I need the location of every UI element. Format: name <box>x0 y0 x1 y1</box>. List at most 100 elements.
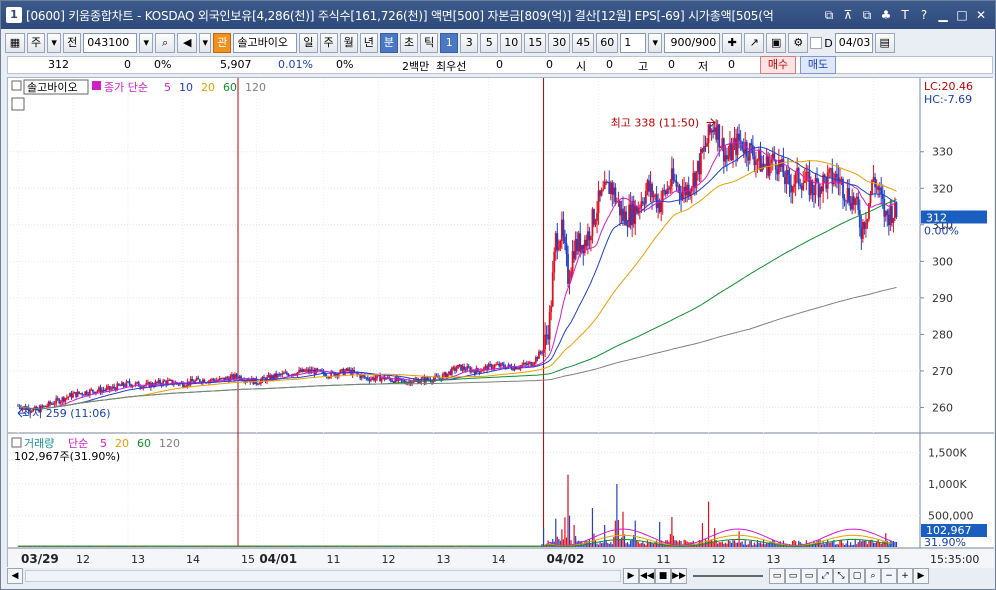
period-button-5[interactable]: 초 <box>400 33 419 53</box>
save-icon[interactable]: ▣ <box>766 33 787 53</box>
play-button[interactable]: ▶ <box>623 568 639 584</box>
candle-body <box>768 163 771 176</box>
low-value: 0 <box>728 58 735 71</box>
candle-body <box>380 378 383 382</box>
stop-button[interactable]: ■ <box>655 568 671 584</box>
lc-label: LC:20.46 <box>924 80 973 93</box>
interval-button-45[interactable]: 45 <box>572 33 595 53</box>
settings-icon[interactable]: ⚙ <box>788 33 809 53</box>
search-icon[interactable]: ⌕ <box>155 33 176 53</box>
interval-button-3[interactable]: 3 <box>460 33 479 53</box>
time-label-8: 13 <box>437 553 451 566</box>
range-input[interactable]: 900/900 <box>664 33 721 53</box>
period-button-4[interactable]: 분 <box>379 33 398 53</box>
candle-body <box>805 171 808 181</box>
period-button-2[interactable]: 월 <box>339 33 358 53</box>
title-button-0[interactable]: ⧉ <box>821 6 837 24</box>
prev-button[interactable]: 전 <box>63 33 82 53</box>
layout2-icon[interactable]: ▭ <box>785 568 801 584</box>
count-input[interactable]: 1 <box>620 33 647 53</box>
window-icon[interactable]: ▢ <box>849 568 865 584</box>
time-label-1: 12 <box>76 553 90 566</box>
candle-body <box>788 175 791 185</box>
interval-button-10[interactable]: 10 <box>500 33 523 53</box>
chart-area[interactable]: 260 270 280 290 300 310 320 330 500,000 1,000K 1,5… <box>7 77 994 568</box>
draw-tool-icon[interactable]: ↗ <box>744 33 765 53</box>
code-dropdown-icon[interactable]: ▾ <box>139 33 154 53</box>
title-button-6[interactable]: ▁ <box>935 6 951 24</box>
candle-body <box>828 169 831 173</box>
scroll-right-button[interactable]: ▶ <box>913 568 929 584</box>
rewind-button[interactable]: ◀◀ <box>639 568 655 584</box>
candle-body <box>480 371 482 373</box>
chart-flag-button[interactable]: 관 <box>213 33 232 53</box>
volume-ma-title: 단순 <box>68 437 88 450</box>
candle-body <box>91 389 94 392</box>
period-button-6[interactable]: 틱 <box>420 33 439 53</box>
volume-menu-icon <box>11 437 22 448</box>
candle-body <box>463 366 466 370</box>
title-button-1[interactable]: ⊼ <box>840 6 856 24</box>
period-button-1[interactable]: 주 <box>319 33 338 53</box>
candle-body <box>450 367 453 375</box>
candle-body <box>557 247 560 250</box>
date-input[interactable]: 04/03 <box>834 33 873 53</box>
ma-legend-10: 10 <box>179 81 193 94</box>
mode-button[interactable]: 주 <box>27 33 46 53</box>
zoom-icon[interactable]: ⌕ <box>865 568 881 584</box>
candle-body <box>134 382 137 386</box>
bid1-value: 0 <box>496 58 503 71</box>
time-label-11: 10 <box>602 553 616 566</box>
layout3-icon[interactable]: ▭ <box>801 568 817 584</box>
zoom-out-icon[interactable]: − <box>881 568 897 584</box>
buy-button[interactable]: 매수 <box>760 56 796 74</box>
zoom-in-icon[interactable]: + <box>897 568 913 584</box>
interval-button-1[interactable]: 1 <box>440 33 459 53</box>
time-label-12: 11 <box>657 553 671 566</box>
interval-button-30[interactable]: 30 <box>548 33 571 53</box>
grid-icon[interactable]: ▦ <box>5 33 25 53</box>
horizontal-scrollbar[interactable] <box>25 570 621 582</box>
period-button-3[interactable]: 년 <box>359 33 378 53</box>
high-value: 0 <box>668 58 675 71</box>
quote-volume: 5,907 <box>220 58 252 71</box>
volume-tick-1: 1,000K <box>928 478 967 491</box>
scroll-left-button[interactable]: ◀ <box>7 568 23 584</box>
restore-icon[interactable]: ⤡ <box>833 568 849 584</box>
candle-body <box>542 349 545 353</box>
code-input[interactable]: 043100 <box>83 33 138 53</box>
title-button-5[interactable]: ? <box>916 6 932 24</box>
stock-name-field[interactable]: 솔고바이오 <box>233 33 298 53</box>
quote-bar: 312 0 0% 5,907 0.01% 0% 2백만 최우선 0 0 시 0 … <box>7 56 993 74</box>
layout1-icon[interactable]: ▭ <box>769 568 785 584</box>
title-button-2[interactable]: ⧉ <box>859 6 875 24</box>
ma-legend-5: 5 <box>164 81 171 94</box>
speaker-icon[interactable]: ◀ <box>177 33 198 53</box>
title-button-8[interactable]: ✕ <box>973 6 989 24</box>
chart-svg[interactable]: 260270280290300310320330500,0001,000K1,5… <box>8 78 994 568</box>
interval-button-60[interactable]: 60 <box>596 33 619 53</box>
chevron-down-icon[interactable]: ▾ <box>47 33 62 53</box>
app-icon[interactable]: 1 <box>6 7 22 23</box>
candle-body <box>53 403 56 405</box>
candle-body <box>874 177 876 188</box>
title-button-3[interactable]: ♣ <box>878 6 894 24</box>
speaker-dropdown-icon[interactable]: ▾ <box>199 33 212 53</box>
candle-body <box>319 369 322 371</box>
sell-button[interactable]: 매도 <box>800 56 836 74</box>
interval-button-15[interactable]: 15 <box>524 33 547 53</box>
indicator-icon[interactable]: ✚ <box>722 33 743 53</box>
speed-slider[interactable] <box>693 575 763 577</box>
title-button-7[interactable]: □ <box>954 6 970 24</box>
expand-icon[interactable]: ⤢ <box>817 568 833 584</box>
candle-body <box>857 196 860 211</box>
calendar-icon[interactable]: ▤ <box>874 33 895 53</box>
interval-button-5[interactable]: 5 <box>480 33 499 53</box>
period-button-0[interactable]: 일 <box>299 33 318 53</box>
candle-body <box>117 383 120 386</box>
d-checkbox[interactable] <box>810 37 823 49</box>
candle-body <box>235 374 238 378</box>
count-dropdown-icon[interactable]: ▾ <box>648 33 663 53</box>
title-button-4[interactable]: T <box>897 6 913 24</box>
fast-forward-button[interactable]: ▶▶ <box>671 568 687 584</box>
